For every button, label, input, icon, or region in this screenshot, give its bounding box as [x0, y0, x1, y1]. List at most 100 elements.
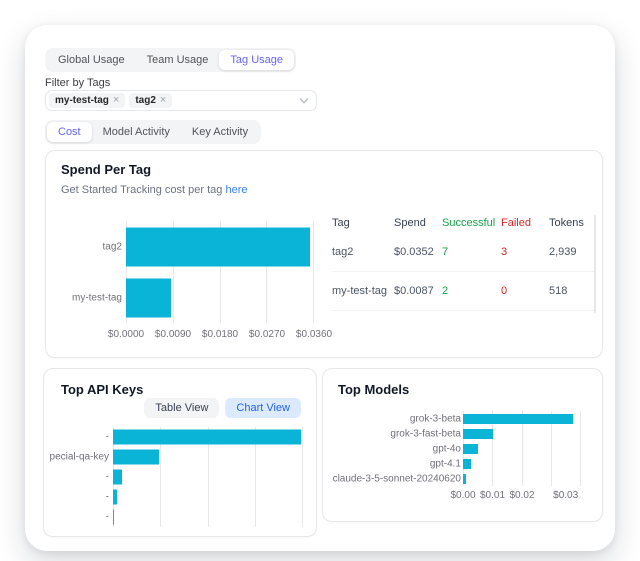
y-axis-label: pecial-qa-key	[50, 452, 109, 463]
remove-tag-icon[interactable]: ×	[160, 95, 166, 106]
table-header-row: Tag Spend Successful Failed Tokens	[332, 213, 594, 233]
chart-row: pecial-qa-key	[59, 447, 303, 467]
cell-successful: 2	[442, 285, 501, 297]
spend-table: Tag Spend Successful Failed Tokens tag2 …	[332, 213, 594, 311]
tag-chip: my-test-tag ×	[49, 93, 125, 108]
chart-row: tag2	[61, 221, 361, 272]
tag-chip-label: my-test-tag	[55, 95, 109, 106]
spend-per-tag-card: Spend Per Tag Get Started Tracking cost …	[45, 150, 603, 358]
bar-track	[463, 474, 581, 484]
x-tick: $0.0360	[296, 329, 332, 340]
y-axis-label: -	[106, 432, 109, 443]
chart-row: -	[59, 427, 303, 447]
table-scrollbar[interactable]	[594, 215, 596, 313]
x-tick: $0.0270	[249, 329, 285, 340]
cell-failed: 3	[501, 246, 549, 258]
y-axis-label: gpt-4.1	[430, 458, 461, 469]
x-tick: $0.0000	[108, 329, 144, 340]
table-row: my-test-tag $0.0087 2 0 518	[332, 272, 594, 311]
cell-spend: $0.0087	[394, 285, 442, 297]
x-tick: $0.03	[553, 490, 578, 501]
chevron-down-icon[interactable]	[299, 97, 309, 105]
tab-key-activity[interactable]: Key Activity	[181, 122, 259, 142]
x-tick: $0.0180	[202, 329, 238, 340]
remove-tag-icon[interactable]: ×	[113, 95, 119, 106]
bar	[126, 227, 310, 266]
bar	[463, 444, 478, 454]
chart-row: claude-3-5-sonnet-20240620	[338, 471, 581, 486]
bar-track	[463, 459, 581, 469]
bar	[126, 278, 171, 317]
chart-row: gpt-4.1	[338, 456, 581, 471]
bar-track	[113, 510, 303, 525]
y-axis-label: tag2	[103, 241, 122, 252]
x-tick: $0.01	[480, 490, 505, 501]
col-header-tokens: Tokens	[549, 217, 594, 229]
y-axis-label: -	[106, 512, 109, 523]
tab-global-usage[interactable]: Global Usage	[47, 50, 136, 70]
top-models-chart: grok-3-beta grok-3-fast-beta gpt-4o	[338, 411, 581, 506]
usage-tab-strip: Global Usage Team Usage Tag Usage	[45, 48, 296, 72]
x-axis: $0.00 $0.01 $0.02 $0.03	[463, 490, 581, 503]
chart-row: grok-3-beta	[338, 411, 581, 426]
table-row: tag2 $0.0352 7 3 2,939	[332, 233, 594, 272]
y-axis-label: grok-3-beta	[410, 413, 461, 424]
y-axis-label: -	[106, 492, 109, 503]
spend-card-title: Spend Per Tag	[61, 162, 151, 177]
x-axis: $0.0000 $0.0090 $0.0180 $0.0270 $0.0360	[126, 329, 314, 342]
tab-model-activity[interactable]: Model Activity	[92, 122, 181, 142]
bar	[113, 430, 301, 445]
col-header-failed: Failed	[501, 217, 549, 229]
bar-track	[113, 490, 303, 505]
tab-cost[interactable]: Cost	[47, 122, 92, 142]
bar	[463, 414, 573, 424]
y-axis-label: claude-3-5-sonnet-20240620	[333, 473, 461, 484]
spend-card-subtitle: Get Started Tracking cost per tag here	[61, 184, 248, 196]
bar	[113, 470, 122, 485]
bar	[463, 474, 466, 484]
metric-tab-strip: Cost Model Activity Key Activity	[45, 120, 261, 144]
table-view-button[interactable]: Table View	[144, 398, 219, 418]
x-tick: $0.02	[509, 490, 534, 501]
bar	[113, 510, 114, 525]
cell-tokens: 2,939	[549, 246, 594, 258]
chart-row: my-test-tag	[61, 272, 361, 323]
x-tick: $0.00	[450, 490, 475, 501]
filter-by-tags-label: Filter by Tags	[45, 77, 110, 89]
bar-track	[463, 414, 581, 424]
col-header-tag: Tag	[332, 217, 394, 229]
y-axis-label: my-test-tag	[72, 292, 122, 303]
x-tick: $0.0090	[155, 329, 191, 340]
here-link[interactable]: here	[225, 184, 247, 196]
y-axis-label: grok-3-fast-beta	[390, 428, 461, 439]
chart-row: -	[59, 487, 303, 507]
cell-tokens: 518	[549, 285, 594, 297]
bar-track	[113, 470, 303, 485]
bar	[463, 459, 471, 469]
chart-row: gpt-4o	[338, 441, 581, 456]
models-card-title: Top Models	[338, 382, 409, 397]
cell-successful: 7	[442, 246, 501, 258]
cell-failed: 0	[501, 285, 549, 297]
bar-track	[113, 450, 303, 465]
chart-row: -	[59, 467, 303, 487]
tag-filter-select[interactable]: my-test-tag × tag2 ×	[45, 90, 317, 111]
chart-row: grok-3-fast-beta	[338, 426, 581, 441]
chart-view-button[interactable]: Chart View	[225, 398, 301, 418]
bar	[463, 429, 493, 439]
tab-tag-usage[interactable]: Tag Usage	[219, 50, 294, 70]
cell-tag: my-test-tag	[332, 285, 394, 297]
spend-per-tag-chart: tag2 my-test-tag $0.0000 $0.0090 $0.0180…	[61, 221, 361, 345]
tab-team-usage[interactable]: Team Usage	[136, 50, 220, 70]
cell-tag: tag2	[332, 246, 394, 258]
bar-track	[113, 430, 303, 445]
subtitle-text: Get Started Tracking cost per tag	[61, 184, 222, 196]
bar-track	[126, 278, 314, 317]
tag-chip: tag2 ×	[129, 93, 172, 108]
bar	[113, 450, 159, 465]
chart-row: -	[59, 507, 303, 527]
cell-spend: $0.0352	[394, 246, 442, 258]
col-header-spend: Spend	[394, 217, 442, 229]
y-axis-label: gpt-4o	[433, 443, 461, 454]
bar-track	[463, 444, 581, 454]
